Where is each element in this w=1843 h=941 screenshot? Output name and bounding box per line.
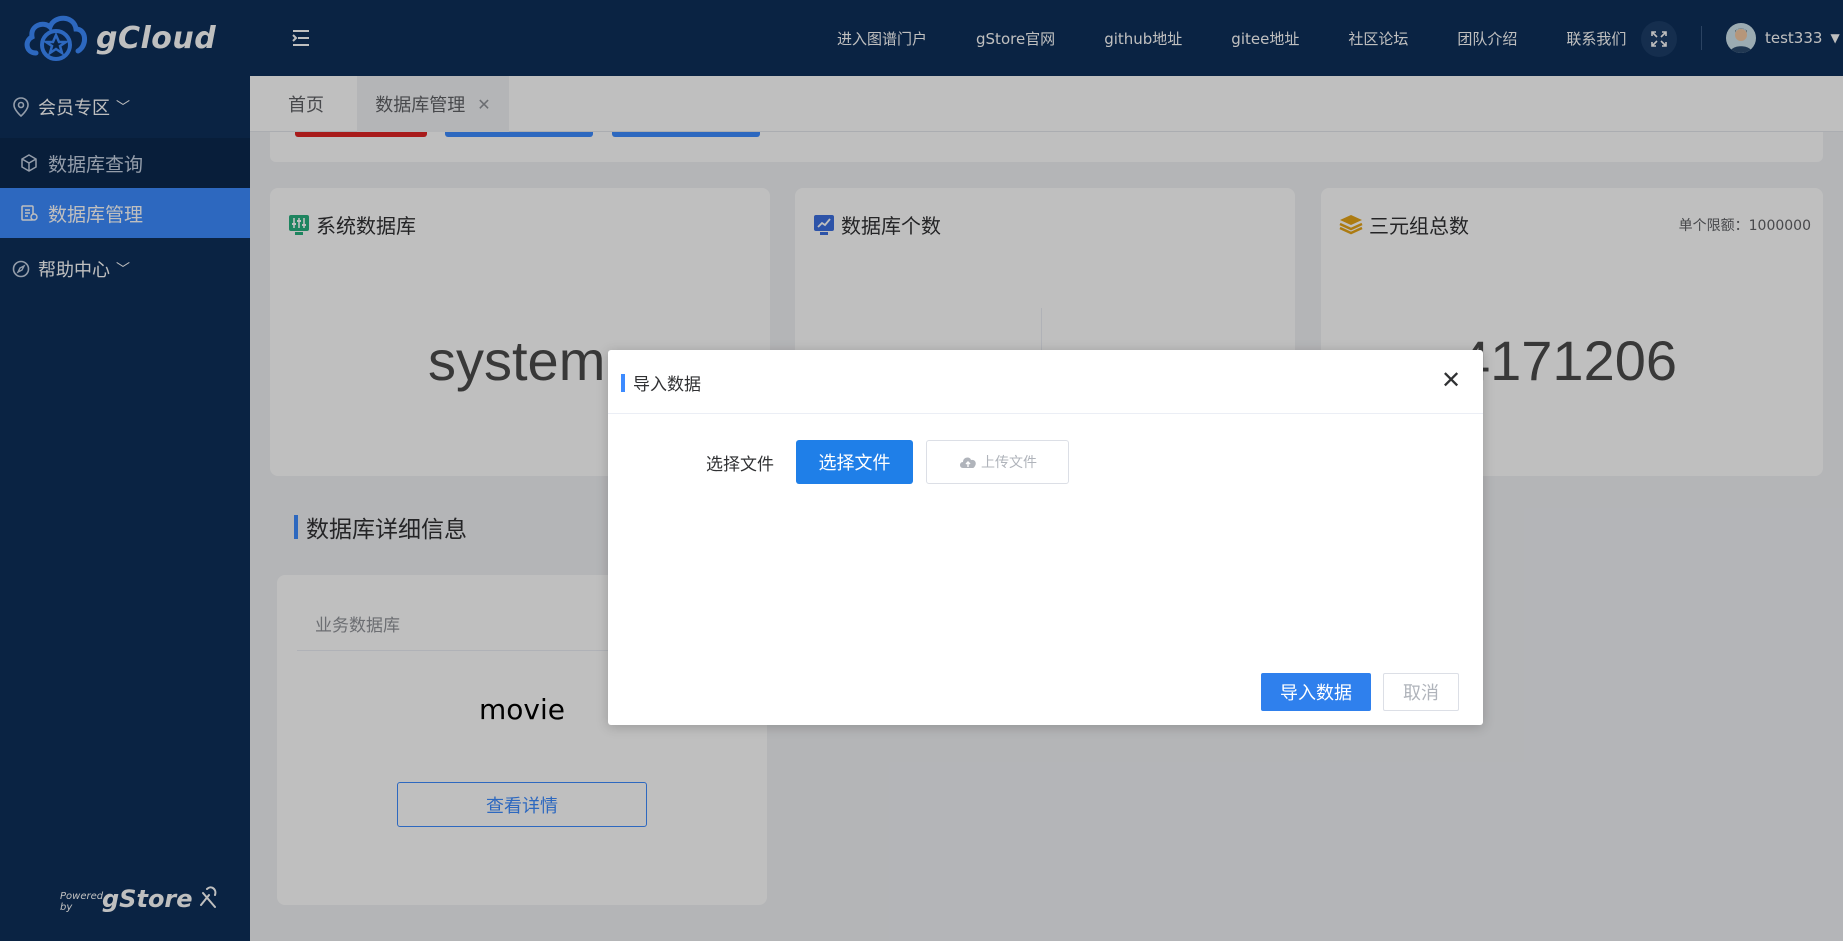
import-data-button[interactable]: 导入数据 [1261, 673, 1371, 711]
close-icon[interactable]: ✕ [1439, 368, 1463, 392]
cancel-button[interactable]: 取消 [1383, 673, 1459, 711]
dialog-title-text: 导入数据 [633, 375, 701, 395]
dialog-header: 导入数据 ✕ [608, 350, 1483, 414]
import-data-dialog: 导入数据 ✕ 选择文件 选择文件 上传文件 导入数据 取消 [608, 350, 1483, 725]
title-accent-bar [621, 373, 625, 392]
dialog-title: 导入数据 [621, 370, 701, 395]
cloud-upload-icon [960, 457, 976, 468]
upload-file-button[interactable]: 上传文件 [926, 440, 1069, 484]
choose-file-button[interactable]: 选择文件 [796, 440, 913, 484]
upload-button-label: 上传文件 [981, 455, 1037, 471]
file-field-label: 选择文件 [706, 455, 774, 475]
